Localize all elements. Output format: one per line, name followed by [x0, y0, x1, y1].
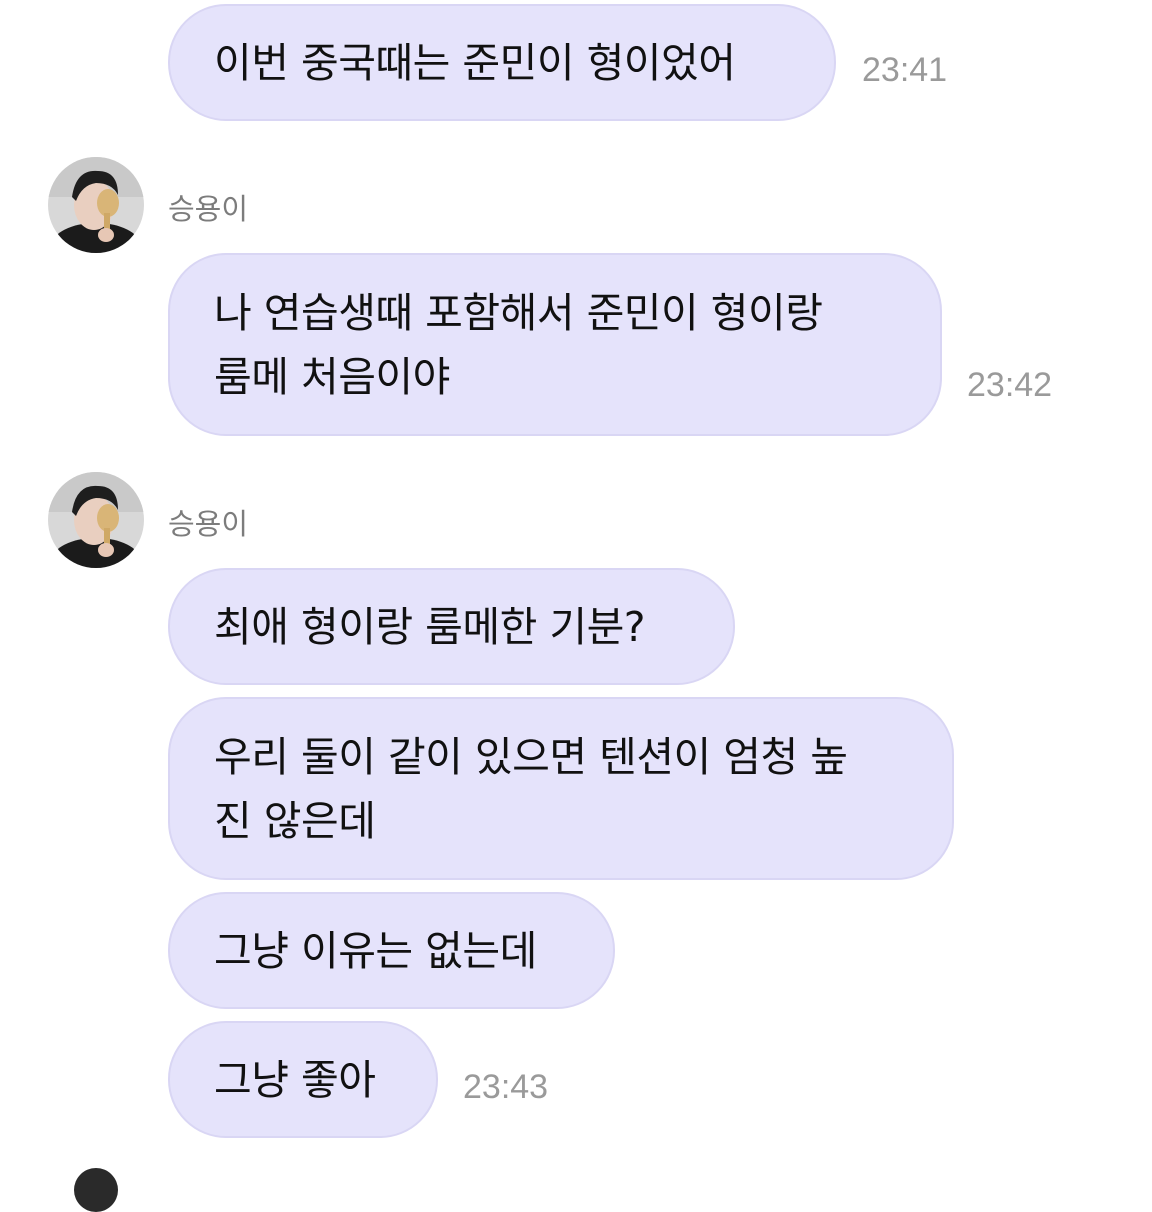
message-bubble[interactable]: 이번 중국때는 준민이 형이었어	[168, 4, 836, 121]
message-text: 그냥 좋아	[214, 1055, 376, 1104]
message-timestamp: 23:42	[967, 366, 1053, 404]
message-bubble[interactable]: 그냥 이유는 없는데	[168, 892, 615, 1009]
message-text: 나 연습생때 포함해서 준민이 형이랑	[214, 288, 823, 337]
message-text: 이번 중국때는 준민이 형이었어	[214, 38, 736, 87]
message-text: 최애 형이랑 룸메한 기분?	[214, 602, 646, 651]
message-text: 그냥 이유는 없는데	[214, 926, 537, 975]
message-timestamp: 23:41	[862, 51, 948, 89]
message-text: 우리 둘이 같이 있으면 텐션이 엄청 높	[214, 732, 848, 781]
sender-name: 승용이	[168, 192, 249, 226]
avatar[interactable]	[48, 157, 144, 253]
message-timestamp: 23:43	[463, 1068, 549, 1106]
sender-name: 승용이	[168, 507, 249, 541]
message-bubble[interactable]: 최애 형이랑 룸메한 기분?	[168, 568, 735, 685]
message-bubble[interactable]: 우리 둘이 같이 있으면 텐션이 엄청 높 진 않은데	[168, 697, 954, 880]
message-bubble[interactable]: 나 연습생때 포함해서 준민이 형이랑 룸메 처음이야	[168, 253, 942, 436]
message-text: 룸메 처음이야	[214, 352, 450, 401]
avatar[interactable]	[48, 472, 144, 568]
avatar[interactable]	[74, 1168, 118, 1212]
message-bubble[interactable]: 그냥 좋아	[168, 1021, 438, 1138]
message-text: 진 않은데	[214, 796, 376, 845]
